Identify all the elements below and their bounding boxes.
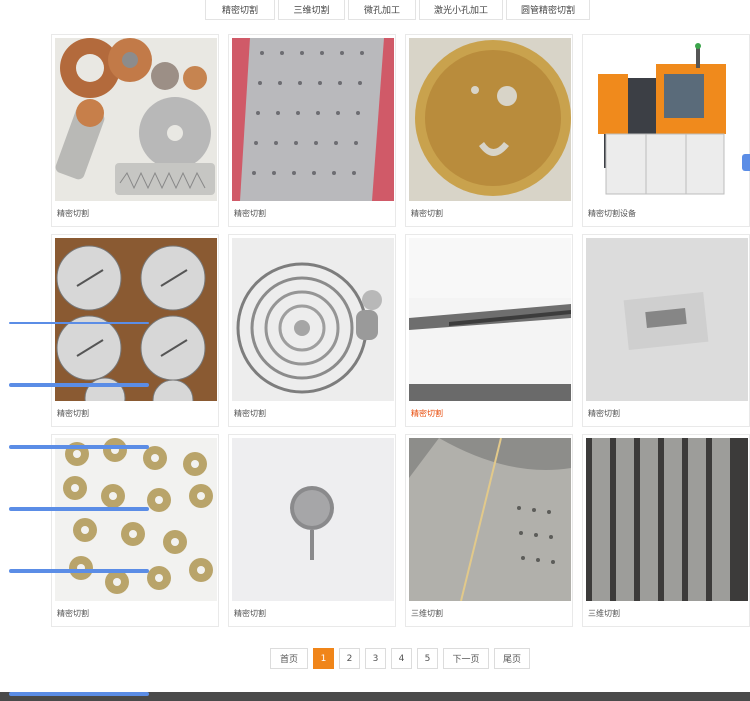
product-card[interactable]: 精密切割: [228, 234, 396, 427]
product-card[interactable]: 精密切割: [405, 34, 573, 227]
decor-line: [9, 507, 149, 511]
product-caption: 精密切割: [411, 409, 443, 418]
perforated-discs-photo: [55, 238, 217, 401]
product-caption: 三维切割: [411, 609, 443, 618]
product-card[interactable]: 精密切割: [405, 234, 573, 427]
mesh-filter-photo: [232, 438, 394, 601]
cut-strip-photo: [409, 238, 571, 401]
tab-precision-cutting[interactable]: 精密切割: [205, 0, 275, 20]
metal-parts-photo: [55, 38, 217, 201]
product-caption: 精密切割: [588, 409, 620, 418]
laser-machine-photo: [586, 38, 748, 201]
side-float-button[interactable]: [742, 154, 750, 171]
product-caption: 精密切割: [234, 409, 266, 418]
product-caption: 精密切割: [234, 609, 266, 618]
category-tabs: 精密切割 三维切割 微孔加工 激光小孔加工 圆管精密切割: [205, 0, 590, 21]
product-card[interactable]: 精密切割设备: [582, 34, 750, 227]
decor-line: [9, 322, 149, 324]
page-button-3[interactable]: 3: [365, 648, 386, 669]
tab-3d-cutting[interactable]: 三维切割: [278, 0, 345, 20]
saw-blade-photo: [409, 38, 571, 201]
decor-line: [9, 569, 149, 573]
pagination: 首页 1 2 3 4 5 下一页 尾页: [270, 648, 530, 669]
brass-washers-photo: [55, 438, 217, 601]
product-card[interactable]: 精密切割: [51, 434, 219, 627]
page-button-4[interactable]: 4: [391, 648, 412, 669]
next-page-button[interactable]: 下一页: [443, 648, 489, 669]
decor-line: [9, 383, 149, 387]
tab-tube-cutting[interactable]: 圆管精密切割: [506, 0, 590, 20]
product-caption: 精密切割: [57, 409, 89, 418]
product-caption: 精密切割: [57, 209, 89, 218]
product-card[interactable]: 三维切割: [582, 434, 750, 627]
product-card[interactable]: 精密切割: [228, 434, 396, 627]
decor-line: [9, 445, 149, 449]
product-caption: 精密切割: [234, 209, 266, 218]
product-caption: 三维切割: [588, 609, 620, 618]
page: 精密切割 三维切割 微孔加工 激光小孔加工 圆管精密切割 精密切割 精密切割 精…: [0, 0, 750, 701]
footer-accent: [9, 692, 149, 696]
curved-sheet-photo: [409, 438, 571, 601]
tab-micro-hole[interactable]: 微孔加工: [348, 0, 416, 20]
micro-mesh-photo: [586, 238, 748, 401]
page-button-5[interactable]: 5: [417, 648, 438, 669]
product-card[interactable]: 精密切割: [51, 34, 219, 227]
last-page-button[interactable]: 尾页: [494, 648, 530, 669]
product-card[interactable]: 三维切割: [405, 434, 573, 627]
tab-laser-small-hole[interactable]: 激光小孔加工: [419, 0, 503, 20]
perforated-tubes-photo: [586, 438, 748, 601]
first-page-button[interactable]: 首页: [270, 648, 308, 669]
product-caption: 精密切割: [411, 209, 443, 218]
product-caption: 精密切割: [57, 609, 89, 618]
page-button-1[interactable]: 1: [313, 648, 334, 669]
product-card[interactable]: 精密切割: [51, 234, 219, 427]
product-card[interactable]: 精密切割: [582, 234, 750, 427]
spiral-spring-photo: [232, 238, 394, 401]
page-button-2[interactable]: 2: [339, 648, 360, 669]
product-caption: 精密切割设备: [588, 209, 636, 218]
product-card[interactable]: 精密切割: [228, 34, 396, 227]
perforated-strip-photo: [232, 38, 394, 201]
